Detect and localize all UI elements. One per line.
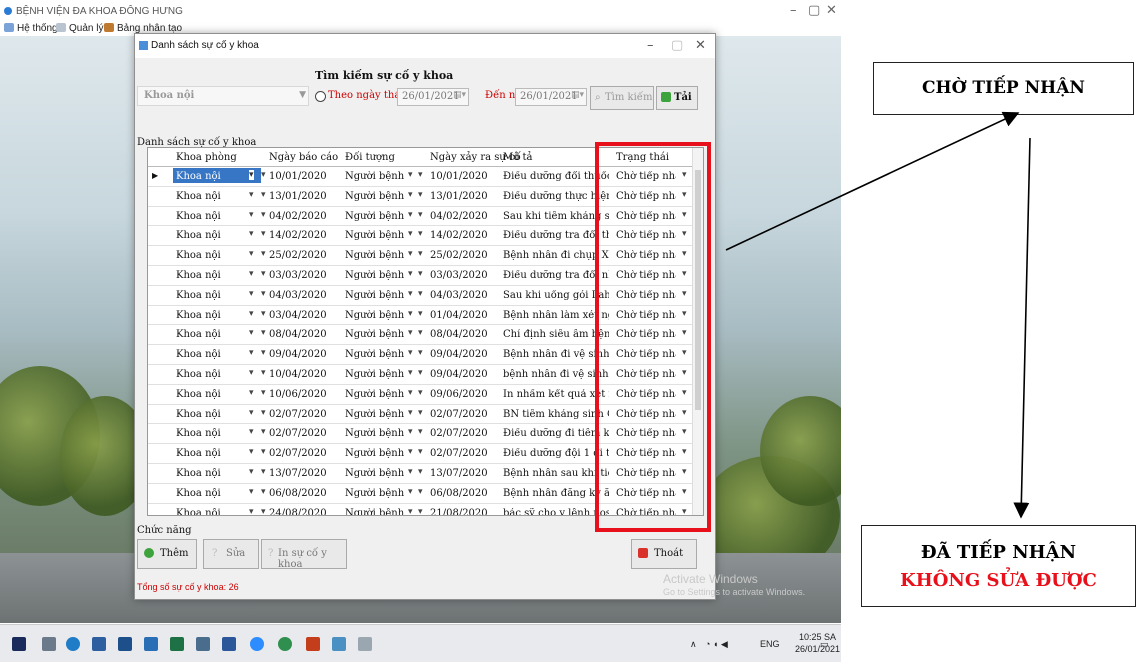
annotation-arrows bbox=[725, 111, 1031, 519]
arrow-to-pending bbox=[725, 111, 1020, 251]
arrow-to-received bbox=[1013, 137, 1031, 519]
